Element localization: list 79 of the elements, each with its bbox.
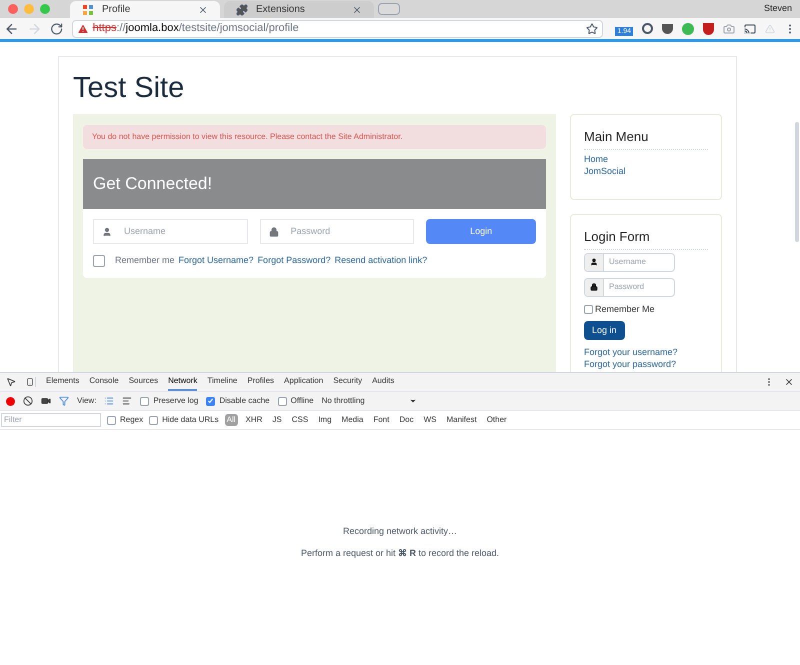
- account-link[interactable]: Forgot your password?: [584, 358, 708, 370]
- warning-icon: [76, 22, 89, 34]
- view-label: View:: [77, 395, 96, 407]
- close-window-icon[interactable]: [8, 4, 18, 14]
- bookmark-star-icon[interactable]: [586, 22, 598, 34]
- menu-link[interactable]: JomSocial: [584, 164, 708, 176]
- type-filter[interactable]: Other: [484, 414, 509, 426]
- checkbox[interactable]: [206, 396, 216, 406]
- checkbox[interactable]: [93, 254, 105, 267]
- devtools-tab[interactable]: Elements: [46, 373, 80, 391]
- devtools-tab[interactable]: Console: [89, 373, 119, 391]
- type-filter[interactable]: Img: [316, 414, 334, 426]
- menu-link[interactable]: Home: [584, 152, 708, 164]
- option-label: Regex: [120, 414, 144, 426]
- remember-label: Remember Me: [595, 302, 655, 316]
- filter-icon[interactable]: [59, 396, 69, 406]
- devtools-tab[interactable]: Timeline: [207, 373, 238, 391]
- type-filter[interactable]: Manifest: [444, 414, 479, 426]
- devtools-tab[interactable]: Application: [284, 373, 324, 391]
- checkbox[interactable]: [278, 396, 287, 406]
- flower-logo-icon: [82, 4, 94, 16]
- account-link[interactable]: Forgot your username?: [584, 346, 708, 358]
- browser-tab[interactable]: Extensions: [224, 1, 374, 18]
- waterfall-view-icon[interactable]: [122, 396, 132, 406]
- device-icon[interactable]: [26, 377, 36, 387]
- checkbox[interactable]: [584, 304, 593, 314]
- reload-icon[interactable]: [50, 22, 64, 36]
- panel-title: Login Form: [584, 227, 708, 250]
- camera-icon[interactable]: [722, 22, 735, 34]
- option-label: Preserve log: [153, 395, 198, 407]
- shield-icon[interactable]: [702, 22, 714, 34]
- lock-icon: [268, 226, 279, 236]
- throttling-select[interactable]: No throttling: [322, 395, 417, 407]
- empty-message: Perform a request or hit ⌘ R to record the reload.: [300, 546, 500, 560]
- checkbox[interactable]: [107, 416, 116, 424]
- close-tab-icon[interactable]: [198, 4, 208, 14]
- card-heading: Get Connected!: [93, 173, 212, 196]
- cast-icon[interactable]: [744, 22, 756, 34]
- option-label: Hide data URLs: [162, 414, 219, 426]
- profile-name[interactable]: Steven: [764, 2, 792, 16]
- empty-message: Recording network activity…: [342, 525, 458, 538]
- type-filter[interactable]: Font: [371, 414, 392, 426]
- remember-label: Remember me: [115, 254, 175, 267]
- type-filter[interactable]: JS: [270, 414, 284, 426]
- type-filter[interactable]: Doc: [397, 414, 416, 426]
- checkbox[interactable]: [140, 396, 150, 406]
- devtools-tab[interactable]: Profiles: [247, 373, 274, 391]
- close-tab-icon[interactable]: [352, 4, 362, 14]
- list-view-icon[interactable]: [104, 396, 114, 406]
- video-camera-icon[interactable]: [41, 396, 51, 406]
- login-button[interactable]: Log in: [584, 321, 625, 340]
- type-filter[interactable]: Media: [340, 414, 366, 426]
- devtools-tab[interactable]: Audits: [372, 373, 394, 391]
- devtools-tab[interactable]: Security: [333, 373, 362, 391]
- pocket-icon[interactable]: [662, 24, 673, 34]
- address-field[interactable]: https://joomla.box/testsite/jomsocial/profile: [72, 20, 604, 38]
- clear-icon[interactable]: [23, 396, 33, 406]
- alert-message: You do not have permission to view this resource. Please contact the Site Administrator.: [83, 125, 546, 149]
- user-icon: [590, 258, 598, 266]
- option-label: Disable cache: [219, 395, 270, 407]
- browser-tab[interactable]: Profile: [70, 1, 220, 18]
- caret-icon: [408, 397, 417, 405]
- option-label: Offline: [290, 395, 314, 407]
- lock-icon: [590, 283, 598, 291]
- account-link[interactable]: Forgot Password?: [258, 254, 331, 268]
- close-icon[interactable]: [784, 377, 794, 387]
- panel-title: Main Menu: [584, 127, 708, 150]
- account-link[interactable]: Resend activation link?: [334, 254, 428, 268]
- puzzle-icon: [236, 4, 248, 16]
- user-icon: [102, 226, 112, 236]
- type-filter[interactable]: WS: [422, 414, 438, 426]
- record-button[interactable]: [6, 396, 15, 406]
- type-filter[interactable]: CSS: [290, 414, 310, 426]
- type-filter[interactable]: XHR: [244, 414, 264, 426]
- checkbox[interactable]: [149, 416, 158, 424]
- devtools-tab[interactable]: Sources: [128, 373, 158, 391]
- inspect-icon[interactable]: [6, 377, 16, 387]
- account-link[interactable]: Forgot Username?: [178, 254, 254, 268]
- site-title: Test Site: [73, 71, 186, 106]
